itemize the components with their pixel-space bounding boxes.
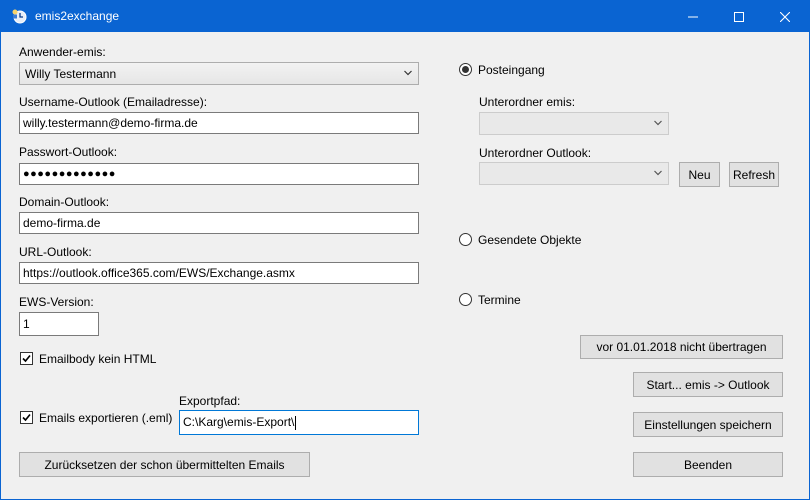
close-icon (780, 11, 790, 22)
chevron-down-icon (404, 70, 412, 76)
posteingang-label[interactable]: Posteingang (478, 63, 545, 77)
reset-emails-button[interactable]: Zurücksetzen der schon übermittelten Ema… (19, 452, 310, 477)
close-button[interactable] (762, 1, 808, 32)
radio-selected-dot (462, 66, 469, 73)
url-label: URL-Outlook: (19, 245, 92, 259)
export-checkbox[interactable] (20, 411, 33, 424)
app-window: emis2exchange Anwender-emis: Willy Teste… (0, 0, 810, 500)
anwender-combobox[interactable]: Willy Testermann (19, 62, 419, 85)
title-bar: emis2exchange (1, 1, 809, 32)
url-input[interactable]: https://outlook.office365.com/EWS/Exchan… (19, 262, 419, 284)
maximize-icon (734, 11, 744, 22)
exportpfad-value: C:\Karg\emis-Export\ (183, 415, 295, 429)
anwender-value: Willy Testermann (25, 67, 117, 81)
vor-2018-button[interactable]: vor 01.01.2018 nicht übertragen (580, 335, 783, 359)
posteingang-radio[interactable] (459, 63, 472, 76)
text-caret (295, 415, 297, 430)
gesendete-radio[interactable] (459, 233, 472, 246)
maximize-button[interactable] (716, 1, 762, 32)
emailbody-checkbox[interactable] (20, 352, 33, 365)
ews-label: EWS-Version: (19, 295, 94, 309)
exportpfad-input[interactable]: C:\Karg\emis-Export\ (179, 410, 419, 435)
einstellungen-speichern-button[interactable]: Einstellungen speichern (633, 412, 783, 437)
minimize-button[interactable] (670, 1, 716, 32)
termine-radio[interactable] (459, 293, 472, 306)
domain-label: Domain-Outlook: (19, 195, 110, 209)
username-input[interactable]: willy.testermann@demo-firma.de (19, 112, 419, 134)
neu-button[interactable]: Neu (679, 162, 720, 187)
client-area: Anwender-emis: Willy Testermann Username… (1, 32, 809, 499)
exportpfad-label: Exportpfad: (179, 394, 241, 408)
window-title: emis2exchange (35, 9, 120, 23)
beenden-button[interactable]: Beenden (633, 452, 783, 477)
username-label: Username-Outlook (Emailadresse): (19, 95, 208, 109)
unterordner-outlook-combobox[interactable] (479, 162, 669, 185)
domain-input[interactable]: demo-firma.de (19, 212, 419, 234)
chevron-down-icon (654, 170, 662, 176)
unterordner-emis-label: Unterordner emis: (479, 95, 576, 109)
clock-person-icon (11, 8, 27, 24)
termine-label[interactable]: Termine (478, 293, 521, 307)
unterordner-outlook-label: Unterordner Outlook: (479, 146, 592, 160)
checkmark-icon (22, 413, 31, 422)
unterordner-emis-combobox[interactable] (479, 112, 669, 135)
gesendete-label[interactable]: Gesendete Objekte (478, 233, 581, 247)
chevron-down-icon (654, 120, 662, 126)
start-button[interactable]: Start... emis -> Outlook (633, 372, 783, 397)
minimize-icon (688, 16, 698, 17)
checkmark-icon (22, 354, 31, 363)
emailbody-label[interactable]: Emailbody kein HTML (39, 352, 156, 366)
password-input[interactable]: ●●●●●●●●●●●●● (19, 163, 419, 185)
refresh-button[interactable]: Refresh (729, 162, 779, 187)
anwender-label: Anwender-emis: (19, 45, 106, 59)
password-label: Passwort-Outlook: (19, 145, 118, 159)
export-label[interactable]: Emails exportieren (.eml) (39, 411, 172, 425)
ews-input[interactable]: 1 (19, 312, 99, 336)
